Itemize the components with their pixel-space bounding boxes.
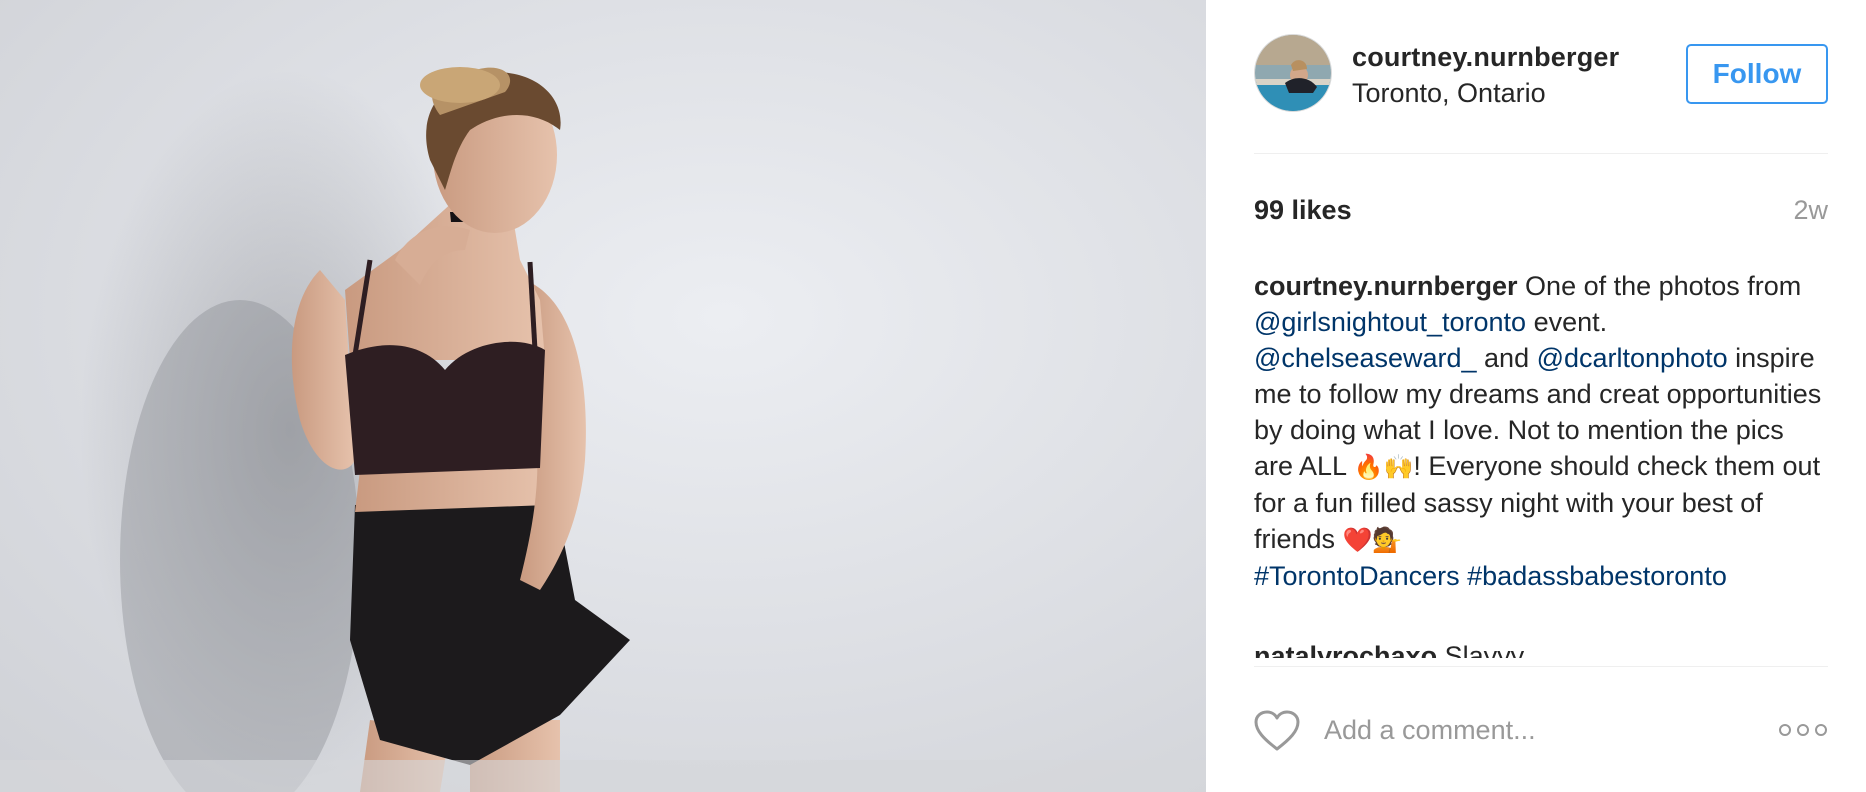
heart-tipping-hand-emoji: ❤️💁 bbox=[1342, 526, 1403, 554]
follow-button[interactable]: Follow bbox=[1686, 44, 1828, 104]
fire-raised-hands-emoji: 🔥🙌 bbox=[1353, 453, 1414, 481]
likes-count[interactable]: 99 likes bbox=[1254, 195, 1352, 226]
post-photo[interactable] bbox=[0, 0, 1206, 792]
caption-text: and bbox=[1476, 343, 1537, 373]
heart-outline-icon[interactable] bbox=[1254, 710, 1300, 752]
profile-username[interactable]: courtney.nurnberger bbox=[1352, 42, 1619, 73]
profile-avatar[interactable] bbox=[1254, 34, 1332, 112]
comment-username[interactable]: natalyrochaxo bbox=[1254, 641, 1437, 658]
mention-link[interactable]: @girlsnightout_toronto bbox=[1254, 307, 1526, 337]
post-side-panel: courtney.nurnberger Toronto, Ontario Fol… bbox=[1206, 0, 1866, 792]
post-location[interactable]: Toronto, Ontario bbox=[1352, 78, 1546, 109]
post-age[interactable]: 2w bbox=[1793, 195, 1828, 226]
comments-divider bbox=[1254, 666, 1828, 667]
add-comment-input[interactable] bbox=[1324, 708, 1744, 752]
more-dots-icon[interactable] bbox=[1778, 720, 1828, 740]
comment-text: Slayyy bbox=[1437, 641, 1525, 658]
mention-link[interactable]: @chelseaseward_ bbox=[1254, 343, 1477, 373]
comment-bar bbox=[1254, 702, 1828, 758]
caption-text: One of the photos from bbox=[1517, 271, 1802, 301]
post-header: courtney.nurnberger Toronto, Ontario Fol… bbox=[1254, 34, 1828, 118]
caption-text: event. bbox=[1526, 307, 1608, 337]
comments-section: courtney.nurnberger One of the photos fr… bbox=[1254, 268, 1828, 658]
comment-item: natalyrochaxo Slayyy bbox=[1254, 638, 1828, 658]
hashtag-link[interactable]: #TorontoDancers bbox=[1254, 561, 1460, 591]
photo-illustration bbox=[0, 67, 1206, 792]
header-divider bbox=[1254, 153, 1828, 154]
post-caption: courtney.nurnberger One of the photos fr… bbox=[1254, 268, 1828, 594]
mention-link[interactable]: @dcarltonphoto bbox=[1537, 343, 1728, 373]
hashtag-link[interactable]: #badassbabestoronto bbox=[1467, 561, 1727, 591]
avatar-image bbox=[1255, 35, 1331, 111]
caption-username[interactable]: courtney.nurnberger bbox=[1254, 271, 1518, 301]
instagram-post-page: courtney.nurnberger Toronto, Ontario Fol… bbox=[0, 0, 1866, 792]
